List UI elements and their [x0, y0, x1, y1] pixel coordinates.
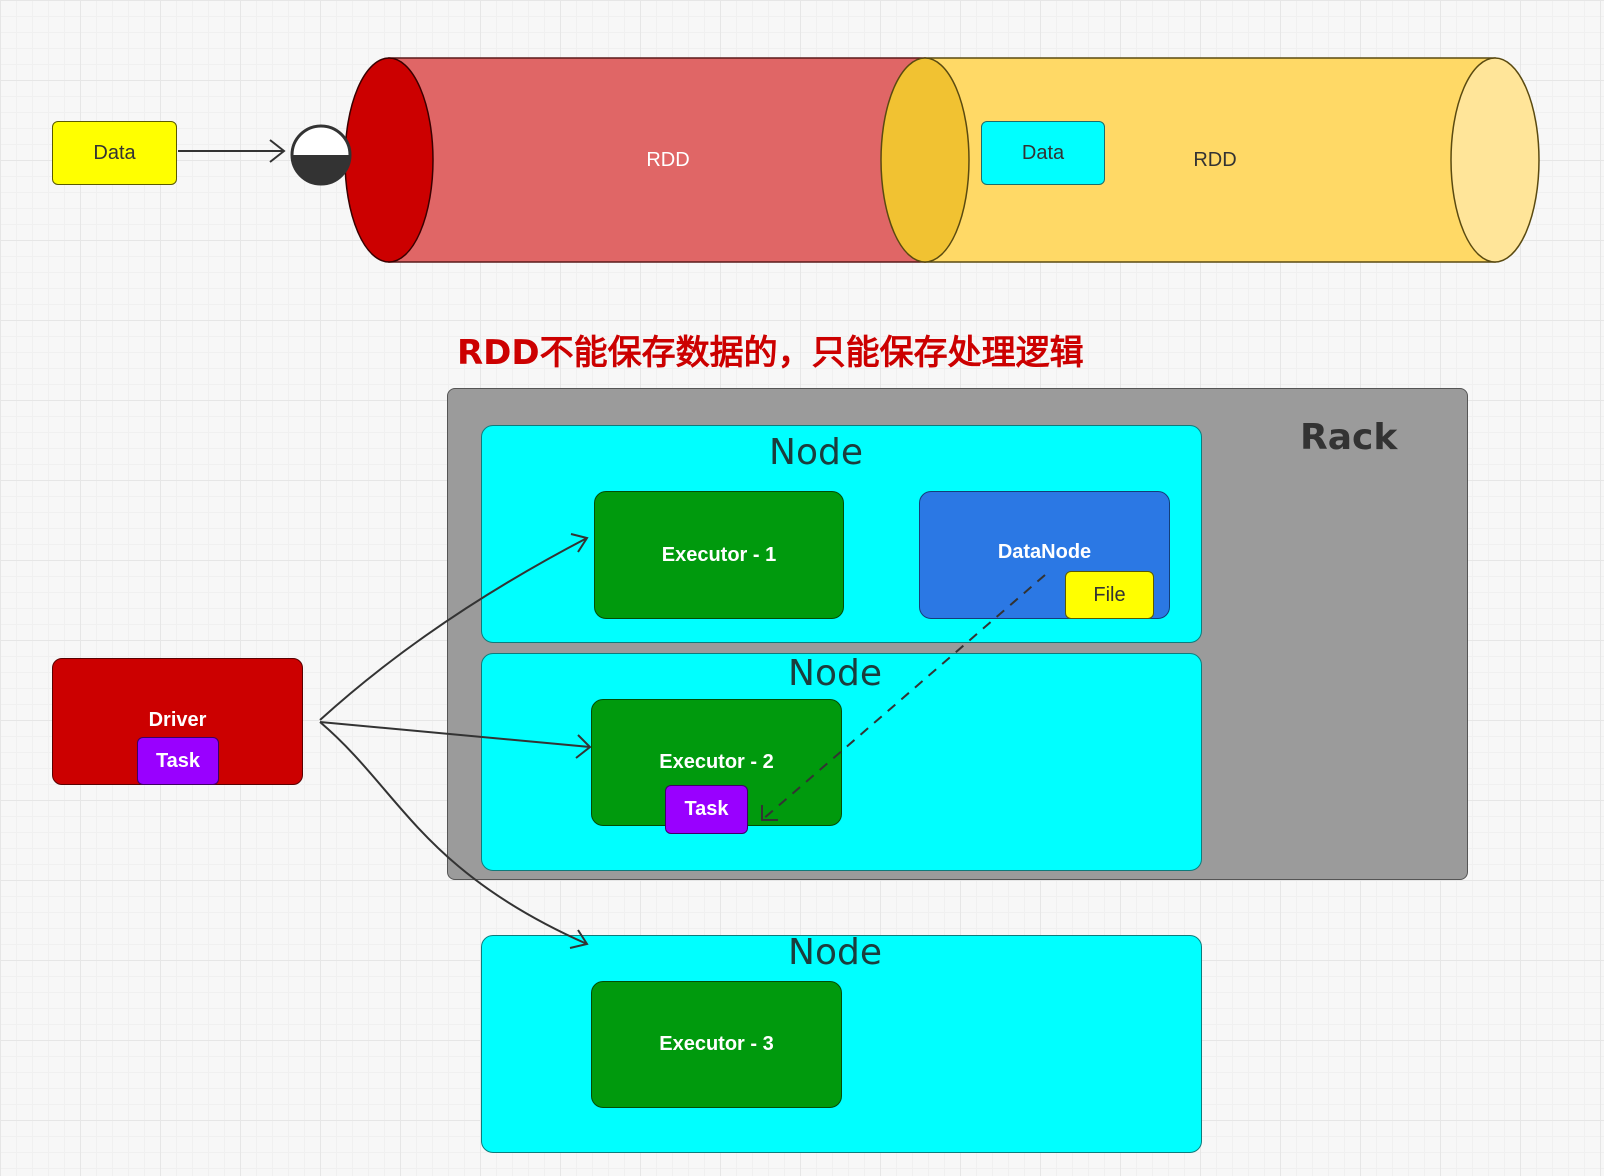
- data-inside-rdd-box[interactable]: Data: [981, 121, 1105, 185]
- node-3-label: Node: [788, 932, 882, 973]
- file-box[interactable]: File: [1065, 571, 1154, 619]
- rack-label: Rack: [1300, 417, 1398, 458]
- rdd-red-start-cap: [344, 57, 434, 263]
- node-2-label: Node: [788, 653, 882, 694]
- executor-2-task[interactable]: Task: [665, 785, 748, 834]
- rdd-left-label: RDD: [646, 149, 689, 171]
- driver-task[interactable]: Task: [137, 737, 219, 785]
- executor-3[interactable]: Executor - 3: [591, 981, 842, 1108]
- rdd-yellow-start-cap: [880, 57, 970, 263]
- node-1-label: Node: [769, 432, 863, 473]
- data-input-box[interactable]: Data: [52, 121, 177, 185]
- rdd-yellow-end-cap: [1450, 57, 1540, 263]
- rdd-right-label: RDD: [1193, 149, 1236, 171]
- executor-1[interactable]: Executor - 1: [594, 491, 844, 619]
- input-port-fill: [292, 155, 350, 184]
- rdd-pipeline: RDD RDD: [178, 57, 1540, 263]
- driver-label: Driver: [148, 709, 207, 731]
- rdd-note-heading: RDD不能保存数据的，只能保存处理逻辑: [457, 333, 1084, 373]
- datanode-label: DataNode: [997, 540, 1092, 563]
